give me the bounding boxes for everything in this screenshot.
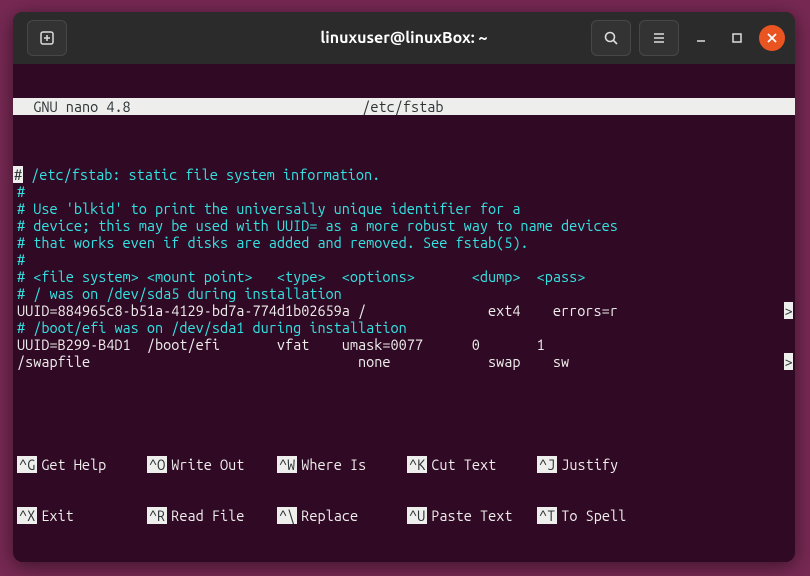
shortcut-key: ^X: [17, 507, 37, 524]
new-tab-button[interactable]: [27, 20, 67, 56]
file-line: # /etc/fstab: static file system informa…: [13, 166, 795, 183]
shortcut-key: ^G: [17, 456, 37, 473]
file-line: # that works even if disks are added and…: [13, 234, 795, 251]
file-line: # Use 'blkid' to print the universally u…: [13, 200, 795, 217]
nano-shortcut: ^RRead File: [147, 507, 277, 524]
line-text: /swapfile none swap sw: [17, 353, 626, 370]
line-text: UUID=884965c8-b51a-4129-bd7a-774d1b02659…: [17, 302, 618, 319]
shortcut-key: ^T: [537, 507, 557, 524]
file-line: #: [13, 251, 795, 268]
nano-shortcut: ^\Replace: [277, 507, 407, 524]
maximize-button[interactable]: [723, 24, 751, 52]
line-text: #: [17, 251, 25, 268]
nano-shortcut: ^TTo Spell: [537, 507, 667, 524]
nano-shortcut: ^OWrite Out: [147, 456, 277, 473]
menu-button[interactable]: [639, 20, 679, 56]
file-line: UUID=884965c8-b51a-4129-bd7a-774d1b02659…: [13, 302, 795, 319]
shortcut-label: To Spell: [561, 507, 626, 524]
shortcut-label: Replace: [301, 507, 358, 524]
search-button[interactable]: [591, 20, 631, 56]
nano-shortcut: ^WWhere Is: [277, 456, 407, 473]
hash-marker: #: [13, 166, 23, 183]
line-text: # <file system> <mount point> <type> <op…: [17, 268, 585, 285]
nano-shortcut: ^JJustify: [537, 456, 667, 473]
shortcut-key: ^\: [277, 507, 297, 524]
line-text: /etc/fstab: static file system informati…: [23, 166, 380, 183]
nano-app-name: GNU nano 4.8: [13, 98, 131, 115]
shortcut-key: ^U: [407, 507, 427, 524]
file-line: #: [13, 183, 795, 200]
shortcut-label: Write Out: [171, 456, 244, 473]
nano-body: # /etc/fstab: static file system informa…: [13, 166, 795, 370]
file-line: # device; this may be used with UUID= as…: [13, 217, 795, 234]
shortcut-label: Where Is: [301, 456, 366, 473]
shortcut-key: ^O: [147, 456, 167, 473]
minimize-button[interactable]: [687, 24, 715, 52]
shortcut-label: Exit: [41, 507, 73, 524]
file-line: /swapfile none swap sw >: [13, 353, 795, 370]
file-line: # /boot/efi was on /dev/sda1 during inst…: [13, 319, 795, 336]
shortcut-label: Get Help: [41, 456, 106, 473]
nano-shortcut: ^XExit: [17, 507, 147, 524]
line-text: # Use 'blkid' to print the universally u…: [17, 200, 520, 217]
nano-shortcut: ^UPaste Text: [407, 507, 537, 524]
line-text: # /boot/efi was on /dev/sda1 during inst…: [17, 319, 407, 336]
file-line: # / was on /dev/sda5 during installation: [13, 285, 795, 302]
shortcut-label: Paste Text: [431, 507, 512, 524]
line-text: # device; this may be used with UUID= as…: [17, 217, 618, 234]
terminal-area[interactable]: GNU nano 4.8 /etc/fstab # /etc/fstab: st…: [13, 64, 795, 562]
shortcut-label: Justify: [561, 456, 618, 473]
file-line: UUID=B299-B4D1 /boot/efi vfat umask=0077…: [13, 336, 795, 353]
terminal-window: linuxuser@linuxBox: ~: [13, 12, 795, 562]
shortcut-key: ^R: [147, 507, 167, 524]
shortcut-key: ^K: [407, 456, 427, 473]
close-button[interactable]: [759, 25, 785, 51]
file-line: # <file system> <mount point> <type> <op…: [13, 268, 795, 285]
shortcut-label: Read File: [171, 507, 244, 524]
truncation-marker: >: [784, 302, 793, 319]
shortcut-key: ^W: [277, 456, 297, 473]
line-text: # that works even if disks are added and…: [17, 234, 529, 251]
nano-shortcut: ^GGet Help: [17, 456, 147, 473]
line-text: # / was on /dev/sda5 during installation: [17, 285, 342, 302]
shortcut-label: Cut Text: [431, 456, 496, 473]
shortcut-key: ^J: [537, 456, 557, 473]
line-text: UUID=B299-B4D1 /boot/efi vfat umask=0077…: [17, 336, 545, 353]
nano-header: GNU nano 4.8 /etc/fstab: [13, 98, 795, 115]
nano-shortcut-bar: ^GGet Help^OWrite Out^WWhere Is^KCut Tex…: [13, 422, 795, 558]
nano-file-name: /etc/fstab: [131, 98, 675, 115]
nano-shortcut: ^KCut Text: [407, 456, 537, 473]
line-text: #: [17, 183, 25, 200]
titlebar: linuxuser@linuxBox: ~: [13, 12, 795, 64]
truncation-marker: >: [784, 353, 793, 370]
